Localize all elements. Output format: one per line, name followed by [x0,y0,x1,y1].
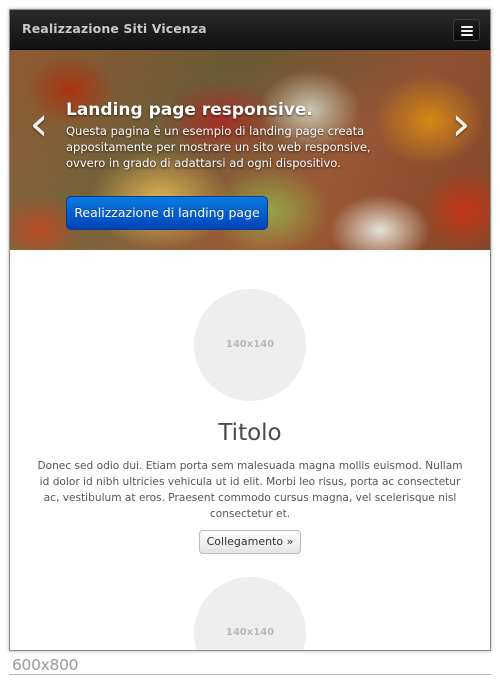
feature-image-placeholder: 140x140 [194,289,306,401]
nav-toggle-button[interactable] [453,19,480,41]
image-size-label: 140x140 [225,339,275,350]
feature-text: Donec sed odio dui. Etiam porta sem male… [37,460,463,520]
image-size-label: 140x140 [225,627,275,638]
feature-title: Titolo [218,420,282,446]
device-frame: Realizzazione Siti Vicenza ‹ › Landing p… [9,9,491,651]
hero-carousel: ‹ › Landing page responsive. Questa pagi… [10,50,490,250]
viewport-size-caption: 600x800 [12,656,79,674]
feature-image-placeholder: 140x140 [194,577,306,650]
hero-text: Questa pagina è un esempio di landing pa… [66,124,371,170]
hero-title: Landing page responsive. [66,100,313,120]
caption-divider [9,674,491,675]
brand-link[interactable]: Realizzazione Siti Vicenza [22,21,207,36]
carousel-prev-arrow-icon[interactable]: ‹ [24,100,54,149]
navbar: Realizzazione Siti Vicenza [10,10,490,50]
hero-cta-button[interactable]: Realizzazione di landing page [66,196,268,230]
carousel-next-arrow-icon[interactable]: › [446,100,476,149]
feature-link-button[interactable]: Collegamento » [199,530,301,554]
